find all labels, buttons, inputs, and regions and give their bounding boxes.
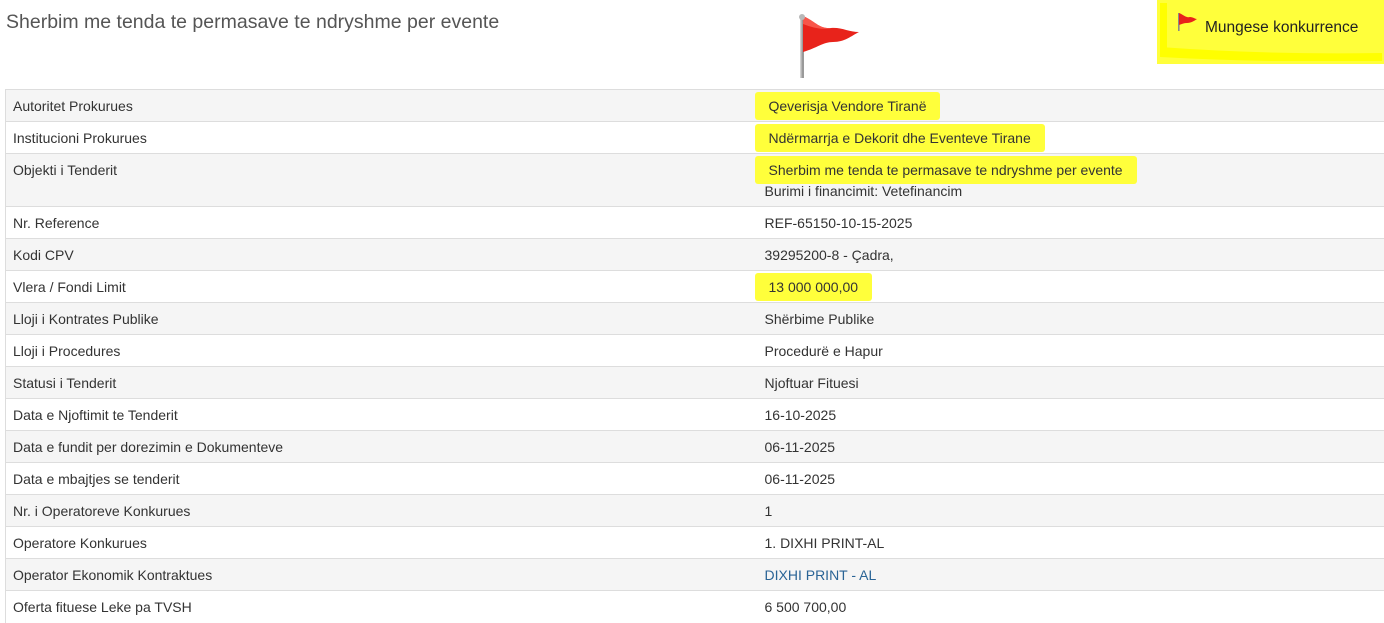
row-value: Sherbim me tenda te permasave te ndryshm… — [758, 154, 1384, 207]
row-value: Njoftuar Fituesi — [758, 367, 1384, 399]
row-value: 1 — [758, 495, 1384, 527]
institution-value: Ndërmarrja e Dekorit dhe Eventeve Tirane — [755, 124, 1045, 152]
contracting-authority-value: Qeverisja Vendore Tiranë — [755, 92, 941, 120]
row-label: Lloji i Procedures — [6, 335, 758, 367]
table-row: Vlera / Fondi Limit 13 000 000,00 — [6, 271, 1384, 303]
tender-details-table: Autoritet Prokurues Qeverisja Vendore Ti… — [5, 89, 1384, 623]
table-row: Objekti i Tenderit Sherbim me tenda te p… — [6, 154, 1384, 207]
row-label: Autoritet Prokurues — [6, 90, 758, 122]
row-label: Institucioni Prokurues — [6, 122, 758, 154]
row-label: Vlera / Fondi Limit — [6, 271, 758, 303]
table-row: Kodi CPV 39295200-8 - Çadra, — [6, 239, 1384, 271]
table-row: Nr. Reference REF-65150-10-15-2025 — [6, 207, 1384, 239]
table-row: Lloji i Procedures Procedurë e Hapur — [6, 335, 1384, 367]
table-row: Data e mbajtjes se tenderit 06-11-2025 — [6, 463, 1384, 495]
row-value: Ndërmarrja e Dekorit dhe Eventeve Tirane — [758, 122, 1384, 154]
no-competition-badge: Mungese konkurrence — [1160, 0, 1382, 58]
table-row: Data e Njoftimit te Tenderit 16-10-2025 — [6, 399, 1384, 431]
row-label: Nr. i Operatoreve Konkurues — [6, 495, 758, 527]
page-title: Sherbim me tenda te permasave te ndryshm… — [6, 11, 499, 34]
row-label: Nr. Reference — [6, 207, 758, 239]
limit-fund-value: 13 000 000,00 — [755, 273, 873, 301]
tender-object-value: Sherbim me tenda te permasave te ndryshm… — [755, 156, 1137, 184]
table-row: Nr. i Operatoreve Konkurues 1 — [6, 495, 1384, 527]
row-value: Shërbime Publike — [758, 303, 1384, 335]
funding-source-value: Burimi i financimit: Vetefinancim — [765, 183, 1379, 200]
row-value: 6 500 700,00 — [758, 591, 1384, 623]
table-row: Lloji i Kontrates Publike Shërbime Publi… — [6, 303, 1384, 335]
row-value: 13 000 000,00 — [758, 271, 1384, 303]
red-flag-icon — [1176, 12, 1198, 37]
row-value: REF-65150-10-15-2025 — [758, 207, 1384, 239]
row-label: Objekti i Tenderit — [6, 154, 758, 207]
row-value: 16-10-2025 — [758, 399, 1384, 431]
red-flag-icon — [793, 12, 865, 85]
row-label: Statusi i Tenderit — [6, 367, 758, 399]
table-row: Statusi i Tenderit Njoftuar Fituesi — [6, 367, 1384, 399]
row-label: Data e Njoftimit te Tenderit — [6, 399, 758, 431]
row-value: 06-11-2025 — [758, 431, 1384, 463]
row-value: Qeverisja Vendore Tiranë — [758, 90, 1384, 122]
row-label: Data e fundit per dorezimin e Dokumentev… — [6, 431, 758, 463]
row-value: 39295200-8 - Çadra, — [758, 239, 1384, 271]
row-label: Operator Ekonomik Kontraktues — [6, 559, 758, 591]
contractor-link[interactable]: DIXHI PRINT - AL — [765, 567, 877, 583]
badge-label: Mungese konkurrence — [1205, 19, 1358, 37]
row-value: 06-11-2025 — [758, 463, 1384, 495]
table-row: Operatore Konkurues 1. DIXHI PRINT-AL — [6, 527, 1384, 559]
row-label: Data e mbajtjes se tenderit — [6, 463, 758, 495]
row-value: 1. DIXHI PRINT-AL — [758, 527, 1384, 559]
table-row: Oferta fituese Leke pa TVSH 6 500 700,00 — [6, 591, 1384, 623]
row-value: Procedurë e Hapur — [758, 335, 1384, 367]
row-value: DIXHI PRINT - AL — [758, 559, 1384, 591]
table-row: Data e fundit per dorezimin e Dokumentev… — [6, 431, 1384, 463]
table-row: Autoritet Prokurues Qeverisja Vendore Ti… — [6, 90, 1384, 122]
row-label: Lloji i Kontrates Publike — [6, 303, 758, 335]
row-label: Kodi CPV — [6, 239, 758, 271]
row-label: Oferta fituese Leke pa TVSH — [6, 591, 758, 623]
table-row: Institucioni Prokurues Ndërmarrja e Deko… — [6, 122, 1384, 154]
table-row: Operator Ekonomik Kontraktues DIXHI PRIN… — [6, 559, 1384, 591]
row-label: Operatore Konkurues — [6, 527, 758, 559]
